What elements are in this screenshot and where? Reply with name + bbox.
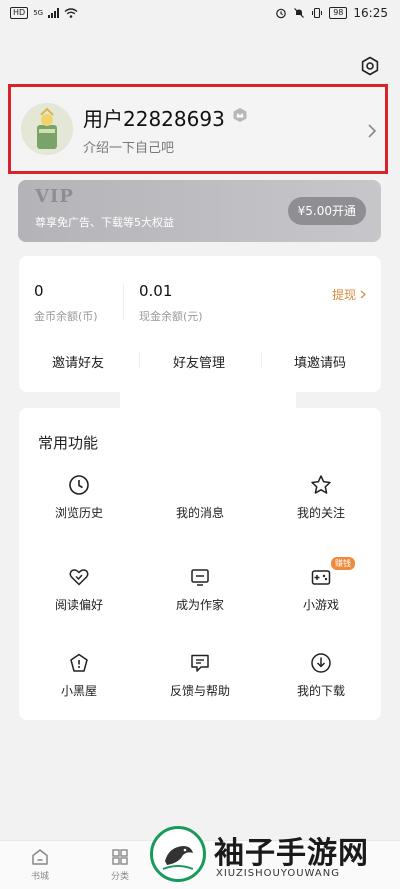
browse-history-item[interactable]: 浏览历史 (19, 474, 139, 534)
item-label: 浏览历史 (54, 506, 103, 520)
alarm-icon (276, 8, 287, 19)
chevron-right-icon (368, 124, 377, 138)
action-divider (261, 352, 262, 368)
mini-games-item[interactable]: 赚钱 小游戏 (261, 557, 381, 626)
my-follows-item[interactable]: 我的关注 (261, 474, 381, 534)
cash-balance: 0.01 (139, 282, 173, 300)
feedback-help-item[interactable]: 反馈与帮助 (140, 652, 260, 712)
nav-bookstore[interactable]: 书城 (20, 847, 60, 882)
blacklist-item[interactable]: 小黑屋 (19, 652, 139, 712)
item-label: 阅读偏好 (54, 598, 103, 612)
status-left: HD 5G (10, 7, 78, 19)
invite-friends-button[interactable]: 邀请好友 (52, 352, 104, 371)
action-divider (139, 352, 140, 368)
common-functions-card: 常用功能 浏览历史 我的消息 我的关注 阅读偏好 成为作家 赚钱 小游戏 小黑屋… (19, 408, 381, 720)
earn-badge: 赚钱 (331, 557, 355, 570)
coins-balance: 0 (34, 282, 44, 300)
status-right: 98 16:25 (275, 6, 388, 20)
gear-icon (361, 56, 379, 76)
item-label: 小游戏 (302, 598, 339, 612)
vip-crown-icon (233, 108, 247, 122)
grid-icon (112, 849, 128, 865)
mute-icon (294, 8, 305, 18)
vip-open-button[interactable]: ¥5.00开通 (287, 197, 366, 225)
wifi-icon (64, 8, 78, 18)
feedback-icon (191, 654, 209, 672)
settings-button[interactable] (360, 56, 380, 76)
house-icon (70, 653, 88, 672)
watermark-title: 袖子手游网 (214, 836, 369, 871)
friend-management-button[interactable]: 好友管理 (173, 352, 225, 371)
nav-label: 分类 (110, 872, 129, 882)
watermark-subtitle: XIUZISHOUYOUWANG (216, 868, 340, 879)
my-downloads-item[interactable]: 我的下载 (261, 652, 381, 712)
my-messages-item[interactable]: 我的消息 (140, 474, 260, 534)
download-icon (311, 653, 331, 673)
vip-description: 尊享免广告、下载等5大权益 (35, 216, 174, 229)
invite-actions-row: 邀请好友 好友管理 填邀请码 (19, 342, 381, 378)
vibrate-icon (312, 7, 323, 19)
nav-label: 书城 (30, 872, 49, 882)
withdraw-link[interactable]: 提现 (332, 286, 366, 303)
wallet-card: 0 金币余额(币) 0.01 现金余额(元) 提现 邀请好友 好友管理 填邀请码 (19, 256, 381, 392)
site-watermark: 袖子手游网 XIUZISHOUYOUWANG (150, 826, 400, 888)
watermark-logo (150, 826, 206, 882)
avatar[interactable] (21, 103, 73, 155)
nav-category[interactable]: 分类 (100, 847, 140, 882)
coins-balance-label: 金币余额(币) (34, 310, 98, 323)
vip-title: VIP (35, 186, 74, 207)
home-icon (32, 849, 48, 865)
enter-invite-code-button[interactable]: 填邀请码 (294, 352, 346, 371)
hd-badge: HD (10, 7, 29, 19)
item-label: 我的消息 (175, 506, 224, 520)
become-writer-item[interactable]: 成为作家 (140, 566, 260, 626)
reading-preference-item[interactable]: 阅读偏好 (19, 566, 139, 626)
item-label: 成为作家 (175, 598, 224, 612)
bird-icon (162, 846, 194, 870)
cash-balance-label: 现金余额(元) (139, 310, 203, 323)
clock-time: 16:25 (353, 6, 388, 20)
profile-card[interactable]: 用户22828693 介绍一下自己吧 (8, 84, 388, 174)
status-bar: HD 5G 98 16:25 (0, 0, 400, 28)
item-label: 我的下载 (296, 684, 345, 698)
network-label: 5G (33, 9, 44, 17)
item-label: 小黑屋 (60, 684, 97, 698)
battery-indicator: 98 (329, 7, 348, 19)
star-icon (311, 475, 331, 494)
username: 用户22828693 (83, 107, 225, 131)
item-label: 我的关注 (296, 506, 345, 520)
wallet-divider (123, 284, 124, 320)
chevron-right-small-icon (360, 290, 366, 299)
profile-bio: 介绍一下自己吧 (83, 141, 175, 156)
heart-icon (69, 569, 89, 586)
withdraw-label: 提现 (332, 288, 357, 302)
avatar-image (21, 103, 73, 155)
signal-icon (48, 8, 60, 18)
section-title: 常用功能 (38, 434, 99, 452)
message-icon (189, 474, 211, 496)
gamepad-icon (311, 570, 331, 585)
writer-icon (191, 569, 209, 586)
clock-icon (69, 475, 89, 495)
item-label: 反馈与帮助 (169, 684, 230, 698)
vip-banner[interactable]: VIP 尊享免广告、下载等5大权益 ¥5.00开通 (18, 180, 381, 242)
